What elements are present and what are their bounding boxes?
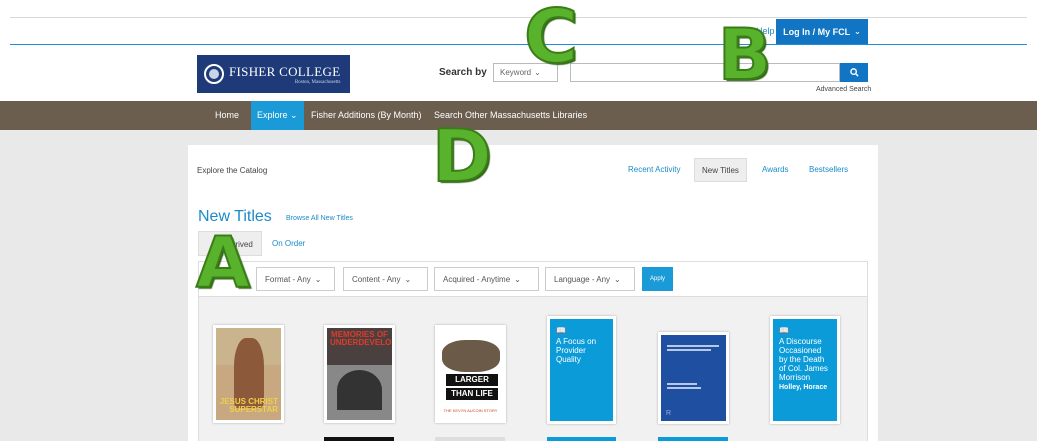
chevron-down-icon: ⌄ bbox=[614, 274, 621, 284]
book-icon: 📖 bbox=[779, 326, 789, 335]
content-filter[interactable]: Content - Any ⌄ bbox=[343, 267, 428, 291]
book-cover[interactable] bbox=[324, 437, 394, 441]
logo-name: FISHER COLLEGE bbox=[229, 63, 341, 79]
book-cover[interactable]: R bbox=[658, 332, 729, 424]
cover-title: A Discourse Occasioned by the Death of C… bbox=[779, 337, 828, 382]
tab-new-titles[interactable]: New Titles bbox=[694, 158, 747, 182]
chevron-down-icon: ⌄ bbox=[290, 110, 298, 120]
search-by-label: Search by bbox=[439, 67, 487, 78]
top-divider bbox=[10, 17, 1027, 18]
logo-subtitle: Boston, Massachusetts bbox=[294, 79, 341, 85]
book-cover[interactable] bbox=[658, 437, 728, 441]
annotation-label-d: D bbox=[431, 114, 493, 198]
cover-author: Holley, Horace bbox=[779, 384, 828, 391]
advanced-search-link[interactable]: Advanced Search bbox=[816, 86, 871, 93]
language-filter[interactable]: Language - Any ⌄ bbox=[545, 267, 635, 291]
panel-title: Explore the Catalog bbox=[197, 166, 268, 175]
cover-title: LARGER bbox=[446, 374, 498, 386]
cover-art bbox=[442, 340, 500, 372]
login-button[interactable]: Log In / My FCL ⌄ bbox=[776, 19, 868, 44]
book-cover[interactable]: JESUS CHRIST SUPERSTAR bbox=[213, 325, 284, 423]
book-cover[interactable] bbox=[547, 437, 616, 441]
cover-art bbox=[667, 345, 719, 347]
book-cover[interactable]: LARGER THAN LIFE THE KEVYN AUCOIN STORY bbox=[435, 325, 506, 423]
publisher-mark: R bbox=[666, 410, 672, 417]
cover-title: THAN LIFE bbox=[446, 388, 498, 400]
cover-title: A Focus on Provider Quality bbox=[556, 337, 597, 364]
college-seal-icon bbox=[204, 64, 224, 84]
book-cover[interactable]: MEMORIES OF UNDERDEVELOPMENT bbox=[324, 325, 395, 423]
search-button[interactable] bbox=[840, 63, 868, 82]
cover-title: MEMORIES OF UNDERDEVELOPMENT bbox=[330, 330, 395, 347]
book-cover[interactable] bbox=[435, 437, 505, 441]
nav-item-explore[interactable]: Explore ⌄ bbox=[251, 101, 304, 130]
chevron-down-icon: ⌄ bbox=[314, 274, 322, 284]
book-icon: 📖 bbox=[556, 326, 566, 335]
acquired-filter[interactable]: Acquired - Anytime ⌄ bbox=[434, 267, 539, 291]
main-nav: Home Explore ⌄ Fisher Additions (By Mont… bbox=[0, 101, 1037, 130]
login-label: Log In / My FCL bbox=[783, 26, 851, 37]
chevron-down-icon: ⌄ bbox=[514, 274, 521, 284]
tab-recent-activity[interactable]: Recent Activity bbox=[628, 158, 680, 182]
apply-button[interactable]: Apply bbox=[642, 267, 673, 291]
tab-bestsellers[interactable]: Bestsellers bbox=[809, 158, 848, 182]
annotation-label-b: B bbox=[717, 14, 772, 96]
format-filter[interactable]: Format - Any ⌄ bbox=[256, 267, 335, 291]
tab-awards[interactable]: Awards bbox=[762, 158, 789, 182]
book-cover[interactable]: 📖 A Discourse Occasioned by the Death of… bbox=[770, 316, 840, 424]
language-filter-label: Language - Any bbox=[554, 274, 611, 284]
chevron-down-icon: ⌄ bbox=[854, 27, 861, 36]
content-filter-label: Content - Any bbox=[352, 274, 401, 284]
cover-art bbox=[327, 364, 392, 420]
utility-bar bbox=[0, 0, 1037, 45]
library-logo[interactable]: FISHER COLLEGE Boston, Massachusetts bbox=[197, 55, 350, 93]
chevron-down-icon: ⌄ bbox=[404, 274, 412, 284]
acquired-filter-label: Acquired - Anytime bbox=[443, 274, 511, 284]
nav-item-fisher-additions[interactable]: Fisher Additions (By Month) bbox=[311, 101, 422, 130]
cover-title: JESUS CHRIST SUPERSTAR bbox=[219, 397, 278, 414]
nav-item-home[interactable]: Home bbox=[215, 101, 239, 130]
search-icon bbox=[849, 68, 859, 77]
annotation-label-a: A bbox=[195, 222, 251, 304]
search-input[interactable] bbox=[570, 63, 840, 82]
header-divider bbox=[10, 44, 1027, 45]
nav-item-explore-label: Explore bbox=[257, 110, 288, 120]
cover-subtitle: THE KEVYN AUCOIN STORY bbox=[443, 408, 498, 413]
browse-all-link[interactable]: Browse All New Titles bbox=[286, 215, 353, 222]
annotation-label-c: C bbox=[523, 0, 579, 80]
format-filter-label: Format - Any bbox=[265, 274, 311, 284]
results-grid bbox=[198, 297, 868, 441]
subtab-on-order[interactable]: On Order bbox=[272, 231, 305, 256]
book-cover[interactable]: 📖 A Focus on Provider Quality bbox=[547, 316, 616, 424]
